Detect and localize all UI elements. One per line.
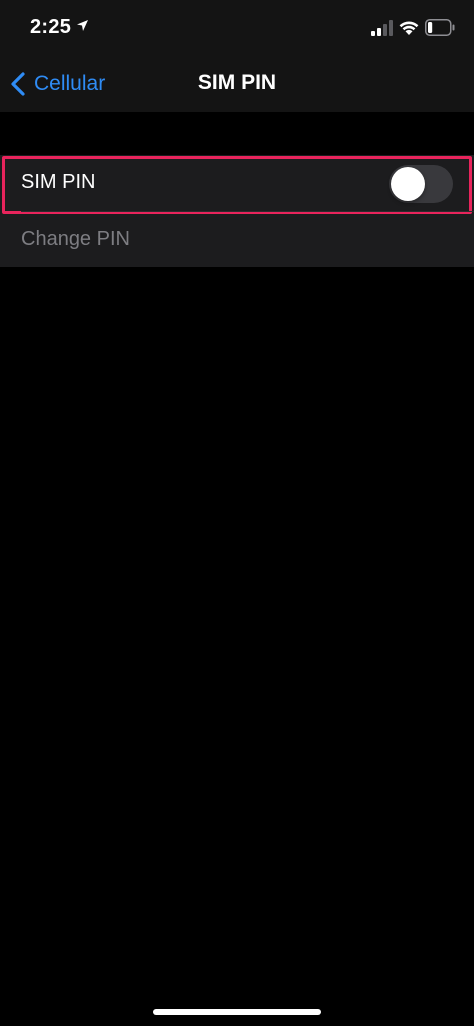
status-time: 2:25 xyxy=(30,16,72,38)
page-title: SIM PIN xyxy=(197,71,277,94)
header: 2:25 Cellular SIM PIN xyxy=(0,0,474,112)
settings-group: SIM PIN Change PIN xyxy=(0,155,474,267)
navigation-bar: Cellular SIM PIN xyxy=(0,56,474,112)
sim-pin-toggle[interactable] xyxy=(389,165,453,203)
status-bar: 2:25 xyxy=(0,0,474,56)
change-pin-row[interactable]: Change PIN xyxy=(0,211,474,267)
wifi-icon xyxy=(399,21,419,35)
home-indicator[interactable] xyxy=(153,1009,321,1015)
sim-pin-row: SIM PIN xyxy=(0,155,474,214)
location-arrow-icon xyxy=(77,20,88,31)
battery-icon xyxy=(425,19,455,36)
change-pin-label: Change PIN xyxy=(21,228,130,250)
toggle-knob xyxy=(391,167,425,201)
sim-pin-label: SIM PIN xyxy=(21,171,96,193)
cellular-signal-icon xyxy=(371,20,393,36)
